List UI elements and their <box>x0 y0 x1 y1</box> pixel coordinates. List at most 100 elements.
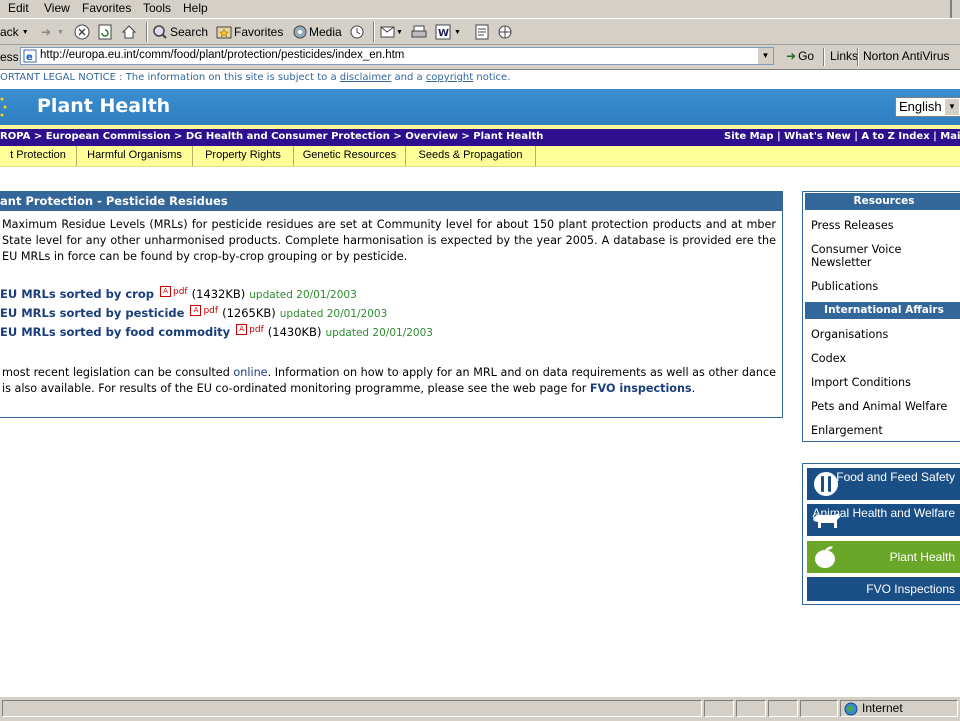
address-url: http://europa.eu.int/comm/food/plant/pro… <box>40 49 405 61</box>
address-bar: ess e http://europa.eu.int/comm/food/pla… <box>0 45 960 70</box>
theme-links: Food and Feed Safety Animal Health and W… <box>802 463 960 605</box>
online-link[interactable]: online <box>233 366 267 379</box>
back-button[interactable]: ack ▼ <box>0 23 29 41</box>
chevron-down-icon: ▼ <box>21 28 29 36</box>
sidebar-item-consumer-voice[interactable]: Consumer Voice Newsletter <box>811 243 931 269</box>
search-icon <box>153 25 167 39</box>
toolbar-separator <box>373 22 375 42</box>
status-pane <box>704 700 734 717</box>
chevron-down-icon[interactable]: ▼ <box>757 48 773 64</box>
media-button[interactable]: Media <box>292 23 342 41</box>
history-button[interactable] <box>349 23 365 41</box>
svg-text:W: W <box>438 28 449 39</box>
fvo-inspections-button[interactable]: FVO Inspections <box>807 577 960 601</box>
pdf-link[interactable]: Apdf <box>159 286 188 297</box>
history-icon <box>350 25 364 39</box>
discuss-icon <box>475 24 489 40</box>
svg-text:e: e <box>26 52 33 63</box>
globe-icon <box>844 702 858 716</box>
sidebar-item-publications[interactable]: Publications <box>811 280 878 293</box>
menu-help[interactable]: Help <box>183 1 208 15</box>
tab-plant-protection[interactable]: t Protection <box>0 146 77 166</box>
stop-button[interactable] <box>74 23 90 41</box>
tab-property-rights[interactable]: Property Rights <box>193 146 294 166</box>
disclaimer-link[interactable]: disclaimer <box>340 72 392 83</box>
plant-health-button[interactable]: Plant Health <box>807 541 960 573</box>
media-icon <box>293 25 307 39</box>
print-icon <box>411 25 427 38</box>
forward-button[interactable]: ➜ ▼ <box>38 23 64 41</box>
forward-arrow-icon: ➜ <box>40 25 52 39</box>
animal-health-welfare-button[interactable]: Animal Health and Welfare <box>807 504 960 536</box>
site-banner: Plant Health English ▼ <box>0 89 960 125</box>
address-input[interactable]: e http://europa.eu.int/comm/food/plant/p… <box>20 47 774 65</box>
pdf-icon: A <box>159 286 171 297</box>
menu-view[interactable]: View <box>44 1 70 15</box>
status-bar: Internet <box>0 696 960 721</box>
mail-icon <box>380 26 395 38</box>
sidebar: Resources Press Releases Consumer Voice … <box>802 191 960 442</box>
section-tabs: t Protection Harmful Organisms Property … <box>0 146 960 167</box>
toolbar-separator <box>857 48 859 66</box>
mail-button[interactable]: ▼ <box>380 23 403 41</box>
pdf-link[interactable]: Apdf <box>236 324 264 335</box>
status-pane <box>800 700 838 717</box>
search-button[interactable]: Search <box>152 23 208 41</box>
status-pane <box>768 700 798 717</box>
breadcrumb[interactable]: ROPA > European Commission > DG Health a… <box>0 131 543 142</box>
norton-antivirus-button[interactable]: Norton AntiVirus <box>863 49 950 63</box>
sidebar-item-press-releases[interactable]: Press Releases <box>811 219 894 232</box>
food-feed-safety-button[interactable]: Food and Feed Safety <box>807 468 960 500</box>
status-pane <box>736 700 766 717</box>
main-content: ant Protection - Pesticide Residues Maxi… <box>0 191 783 418</box>
copyright-link[interactable]: copyright <box>426 72 473 83</box>
apple-icon <box>815 546 835 568</box>
menu-edit[interactable]: Edit <box>8 1 29 15</box>
toolbar-separator <box>823 48 825 66</box>
favorites-button[interactable]: Favorites <box>216 23 283 41</box>
fvo-inspections-link[interactable]: FVO inspections <box>590 382 692 395</box>
browser-toolbar: ack ▼ ➜ ▼ Search Favorites Media ▼ W ▼ <box>0 19 960 45</box>
print-button[interactable] <box>411 23 427 41</box>
mrl-pesticide-link[interactable]: EU MRLs sorted by pesticide <box>0 306 184 320</box>
menu-favorites[interactable]: Favorites <box>82 1 131 15</box>
refresh-button[interactable] <box>97 23 113 41</box>
tab-genetic-resources[interactable]: Genetic Resources <box>294 146 406 166</box>
messenger-button[interactable] <box>497 23 513 41</box>
pdf-link[interactable]: Apdf <box>190 305 218 316</box>
mrl-link-row: EU MRLs sorted by pesticide Apdf (1265KB) u… <box>0 305 388 320</box>
tab-seeds-propagation[interactable]: Seeds & Propagation <box>406 146 536 166</box>
mrl-link-row: EU MRLs sorted by crop Apdf (1432KB) update… <box>0 286 357 301</box>
top-links[interactable]: Site Map | What's New | A to Z Index | M… <box>724 131 960 142</box>
discuss-button[interactable] <box>474 23 490 41</box>
sidebar-item-pets-animal-welfare[interactable]: Pets and Animal Welfare <box>811 400 947 413</box>
language-select[interactable]: English ▼ <box>895 97 960 117</box>
menu-bar: Edit View Favorites Tools Help <box>0 0 960 19</box>
chevron-down-icon: ▼ <box>57 28 64 36</box>
go-button[interactable]: ➜ Go <box>786 49 814 63</box>
tab-harmful-organisms[interactable]: Harmful Organisms <box>77 146 193 166</box>
menu-tools[interactable]: Tools <box>143 1 171 15</box>
mrl-commodity-link[interactable]: EU MRLs sorted by food commodity <box>0 325 230 339</box>
sidebar-item-organisations[interactable]: Organisations <box>811 328 888 341</box>
edit-button[interactable]: W ▼ <box>435 23 461 41</box>
animal-health-welfare-label: Animal Health and Welfare <box>812 506 955 520</box>
pdf-icon: A <box>236 324 248 335</box>
mrl-link-row: EU MRLs sorted by food commodity Apdf (143… <box>0 324 433 339</box>
sidebar-item-codex[interactable]: Codex <box>811 352 846 365</box>
links-button[interactable]: Links <box>830 49 858 63</box>
sidebar-item-import-conditions[interactable]: Import Conditions <box>811 376 911 389</box>
pdf-icon: A <box>190 305 202 316</box>
eu-stars-icon <box>0 97 7 117</box>
toolbar-separator <box>146 22 148 42</box>
home-icon <box>121 25 137 39</box>
home-button[interactable] <box>121 23 137 41</box>
address-label: ess <box>0 50 19 64</box>
content-title: ant Protection - Pesticide Residues <box>0 192 782 211</box>
intro-paragraph: Maximum Residue Levels (MRLs) for pestic… <box>2 218 776 263</box>
sidebar-item-enlargement[interactable]: Enlargement <box>811 424 883 437</box>
plant-health-label: Plant Health <box>889 550 955 564</box>
legislation-paragraph: most recent legislation can be consulted… <box>2 366 776 395</box>
chevron-down-icon: ▼ <box>945 99 959 115</box>
mrl-crop-link[interactable]: EU MRLs sorted by crop <box>0 287 154 301</box>
